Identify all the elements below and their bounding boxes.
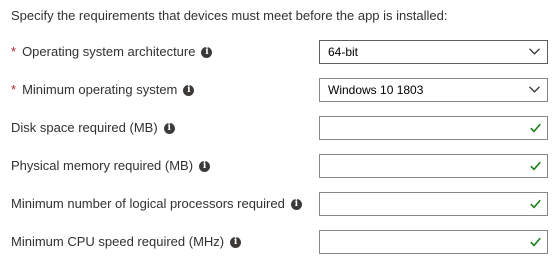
os-architecture-label: * Operating system architecture i — [11, 40, 213, 64]
logical-processors-label: Minimum number of logical processors req… — [11, 192, 302, 216]
min-os-label-text: Minimum operating system — [22, 82, 178, 97]
logical-processors-input[interactable] — [319, 192, 548, 216]
row-disk-space: Disk space required (MB) i — [0, 116, 556, 140]
row-cpu-speed: Minimum CPU speed required (MHz) i — [0, 230, 556, 254]
checkmark-icon — [530, 123, 541, 133]
info-icon[interactable]: i — [163, 122, 175, 134]
required-marker: * — [11, 82, 17, 97]
info-icon[interactable]: i — [183, 84, 195, 96]
row-physical-memory: Physical memory required (MB) i — [0, 154, 556, 178]
cpu-speed-label: Minimum CPU speed required (MHz) i — [11, 230, 242, 254]
cpu-speed-label-text: Minimum CPU speed required (MHz) — [11, 234, 225, 249]
min-os-dropdown[interactable]: Windows 10 1803 — [319, 78, 548, 102]
info-icon[interactable]: i — [230, 236, 242, 248]
os-architecture-dropdown[interactable]: 64-bit — [319, 40, 548, 64]
info-icon[interactable]: i — [199, 160, 211, 172]
info-icon[interactable]: i — [290, 198, 302, 210]
checkmark-icon — [530, 199, 541, 209]
physical-memory-label: Physical memory required (MB) i — [11, 154, 211, 178]
row-min-os: * Minimum operating system i Windows 10 … — [0, 78, 556, 102]
physical-memory-label-text: Physical memory required (MB) — [11, 158, 194, 173]
required-marker: * — [11, 44, 17, 59]
chevron-down-icon — [529, 86, 540, 93]
disk-space-label: Disk space required (MB) i — [11, 116, 175, 140]
section-heading: Specify the requirements that devices mu… — [11, 8, 448, 23]
row-os-architecture: * Operating system architecture i 64-bit — [0, 40, 556, 64]
min-os-label: * Minimum operating system i — [11, 78, 195, 102]
physical-memory-input[interactable] — [319, 154, 548, 178]
cpu-speed-input[interactable] — [319, 230, 548, 254]
checkmark-icon — [530, 237, 541, 247]
checkmark-icon — [530, 161, 541, 171]
disk-space-label-text: Disk space required (MB) — [11, 120, 158, 135]
min-os-value: Windows 10 1803 — [328, 83, 424, 97]
row-logical-processors: Minimum number of logical processors req… — [0, 192, 556, 216]
os-architecture-label-text: Operating system architecture — [22, 44, 196, 59]
info-icon[interactable]: i — [201, 46, 213, 58]
disk-space-input[interactable] — [319, 116, 548, 140]
os-architecture-value: 64-bit — [328, 45, 359, 59]
logical-processors-label-text: Minimum number of logical processors req… — [11, 196, 285, 211]
chevron-down-icon — [529, 48, 540, 55]
